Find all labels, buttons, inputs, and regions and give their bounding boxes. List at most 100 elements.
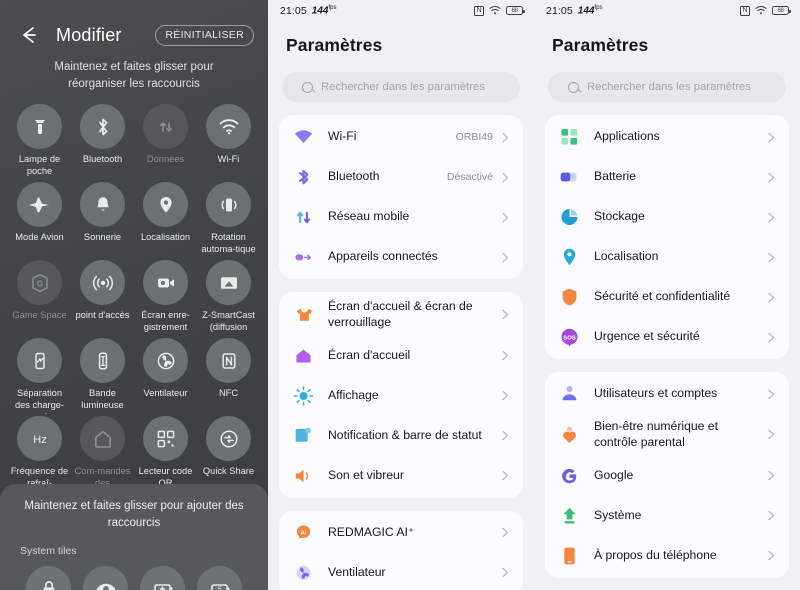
battery-icon xyxy=(559,167,580,188)
status-icons: N 68 xyxy=(740,2,791,20)
chevron-right-icon xyxy=(500,171,511,184)
quick-tile[interactable]: Z-SmartCast (diffusion xyxy=(197,260,260,336)
tile-label: Mode Avion xyxy=(15,232,64,243)
settings-row[interactable]: Google xyxy=(545,456,789,496)
auto-rotate-icon[interactable] xyxy=(206,182,251,228)
quick-tile[interactable]: HzFréquence de rafraî-chissement xyxy=(8,416,71,492)
bluetooth-icon[interactable] xyxy=(80,104,125,150)
system-tile[interactable]: 5 xyxy=(191,566,248,590)
status-icons: N 68 xyxy=(474,2,525,20)
charge-separation-icon[interactable] xyxy=(17,338,62,384)
game-space-icon[interactable]: G xyxy=(17,260,62,306)
light-strip-icon[interactable] xyxy=(80,338,125,384)
settings-row[interactable]: Écran d'accueil & écran de verrouillage xyxy=(279,294,523,336)
back-arrow-icon[interactable] xyxy=(16,22,42,48)
fan-icon[interactable] xyxy=(143,338,188,384)
settings-row[interactable]: Bluetooth Désactivé xyxy=(279,157,523,197)
settings-row[interactable]: Wi-Fi ORBI49 xyxy=(279,117,523,157)
quick-tile[interactable]: Bande lumineuse xyxy=(71,338,134,414)
settings-row[interactable]: Stockage xyxy=(545,197,789,237)
settings-row[interactable]: Ventilateur xyxy=(279,553,523,590)
add-tiles-zone: Maintenez et faites glisser pour ajouter… xyxy=(0,484,268,590)
search-input[interactable]: Rechercher dans les paramètres xyxy=(548,72,786,102)
search-input[interactable]: Rechercher dans les paramètres xyxy=(282,72,520,102)
qr-scanner-icon[interactable] xyxy=(143,416,188,462)
settings-row[interactable]: Localisation xyxy=(545,237,789,277)
settings-row[interactable]: Applications xyxy=(545,117,789,157)
shield-icon xyxy=(559,287,580,308)
chevron-right-icon xyxy=(500,566,511,579)
quick-tile[interactable]: Bluetooth xyxy=(71,104,134,180)
location-pin-icon[interactable] xyxy=(143,182,188,228)
airplane-icon[interactable] xyxy=(17,182,62,228)
quick-tile[interactable]: NFC xyxy=(197,338,260,414)
settings-row[interactable]: Système xyxy=(545,496,789,536)
mobile-data-icon[interactable] xyxy=(143,104,188,150)
settings-row[interactable]: Écran d'accueil xyxy=(279,336,523,376)
settings-row[interactable]: Utilisateurs et comptes xyxy=(545,374,789,414)
settings-row[interactable]: Notification & barre de statut xyxy=(279,416,523,456)
screenshot-root: Modifier RÉINITIALISER Maintenez et fait… xyxy=(0,0,800,590)
eye-icon[interactable] xyxy=(83,566,128,590)
system-tile[interactable] xyxy=(20,566,77,590)
settings-group: Wi-Fi ORBI49 Bluetooth Désactivé Réseau mobi… xyxy=(279,115,523,279)
nfc-icon: N xyxy=(740,5,750,16)
quick-tile[interactable]: Localisation xyxy=(134,182,197,258)
battery-icon: 68 xyxy=(772,6,791,15)
settings-row[interactable]: Appareils connectés xyxy=(279,237,523,277)
storage-donut-icon xyxy=(559,207,580,228)
flashlight-icon[interactable] xyxy=(17,104,62,150)
quick-tile[interactable]: Quick Share xyxy=(197,416,260,492)
quick-settings-edit-panel: Modifier RÉINITIALISER Maintenez et fait… xyxy=(0,0,268,590)
reset-button[interactable]: RÉINITIALISER xyxy=(155,24,254,46)
google-g-icon xyxy=(559,465,580,486)
settings-title: Paramètres xyxy=(552,35,649,55)
hotspot-icon[interactable] xyxy=(80,260,125,306)
quick-share-icon[interactable] xyxy=(206,416,251,462)
quick-tile[interactable]: G Game Space xyxy=(8,260,71,336)
settings-row[interactable]: Batterie xyxy=(545,157,789,197)
cast-icon[interactable] xyxy=(206,260,251,306)
quick-tile[interactable]: Données xyxy=(134,104,197,180)
settings-row[interactable]: Affichage xyxy=(279,376,523,416)
quick-tile[interactable]: Lecteur code QR xyxy=(134,416,197,492)
quick-tile[interactable]: Rotation automa-tique xyxy=(197,182,260,258)
home-controls-icon[interactable] xyxy=(80,416,125,462)
lock-icon[interactable] xyxy=(26,566,71,590)
nfc-icon[interactable] xyxy=(206,338,251,384)
status-bar: 21:05 144fps N 68 xyxy=(534,0,800,21)
quick-tile[interactable]: Sonnerie xyxy=(71,182,134,258)
wifi-icon[interactable] xyxy=(206,104,251,150)
settings-group: Utilisateurs et comptes Bien-être numériq… xyxy=(545,372,789,578)
settings-row[interactable]: SOS Urgence et sécurité xyxy=(545,317,789,357)
quick-tile[interactable]: Mode Avion xyxy=(8,182,71,258)
connected-devices-icon xyxy=(293,247,314,268)
svg-text:AI: AI xyxy=(301,530,307,536)
settings-row[interactable]: AI REDMAGIC AI⁺ xyxy=(279,513,523,553)
phone-info-icon xyxy=(559,545,580,566)
system-tile[interactable] xyxy=(77,566,134,590)
quick-tile[interactable]: Écran enre-gistrement xyxy=(134,260,197,336)
bell-icon[interactable] xyxy=(80,182,125,228)
wifi-icon xyxy=(755,2,767,20)
screen-record-icon[interactable] xyxy=(143,260,188,306)
battery-plus-icon[interactable] xyxy=(140,566,185,590)
settings-row[interactable]: Réseau mobile xyxy=(279,197,523,237)
quick-tile[interactable]: Com-mandes des xyxy=(71,416,134,492)
refresh-rate-hz-icon[interactable]: Hz xyxy=(17,416,62,462)
system-tile[interactable] xyxy=(134,566,191,590)
settings-row[interactable]: Sécurité et confidentialité xyxy=(545,277,789,317)
search-placeholder: Rechercher dans les paramètres xyxy=(587,81,751,93)
settings-panel-scrolled: 21:05 144fps N 68 Paramètres Rechercher … xyxy=(534,0,800,590)
battery-five-icon[interactable]: 5 xyxy=(197,566,242,590)
quick-tile[interactable]: point d'accès xyxy=(71,260,134,336)
chevron-right-icon xyxy=(500,211,511,224)
quick-tile[interactable]: Séparation des charge-ments xyxy=(8,338,71,414)
settings-row[interactable]: À propos du téléphone xyxy=(545,536,789,576)
quick-tile[interactable]: Lampe de poche xyxy=(8,104,71,180)
settings-row[interactable]: Son et vibreur xyxy=(279,456,523,496)
quick-tile[interactable]: Ventilateur xyxy=(134,338,197,414)
settings-row[interactable]: Bien-être numérique et contrôle parental xyxy=(545,414,789,456)
quick-tile[interactable]: Wi-Fi xyxy=(197,104,260,180)
system-tiles-grid: 5 xyxy=(20,566,248,590)
